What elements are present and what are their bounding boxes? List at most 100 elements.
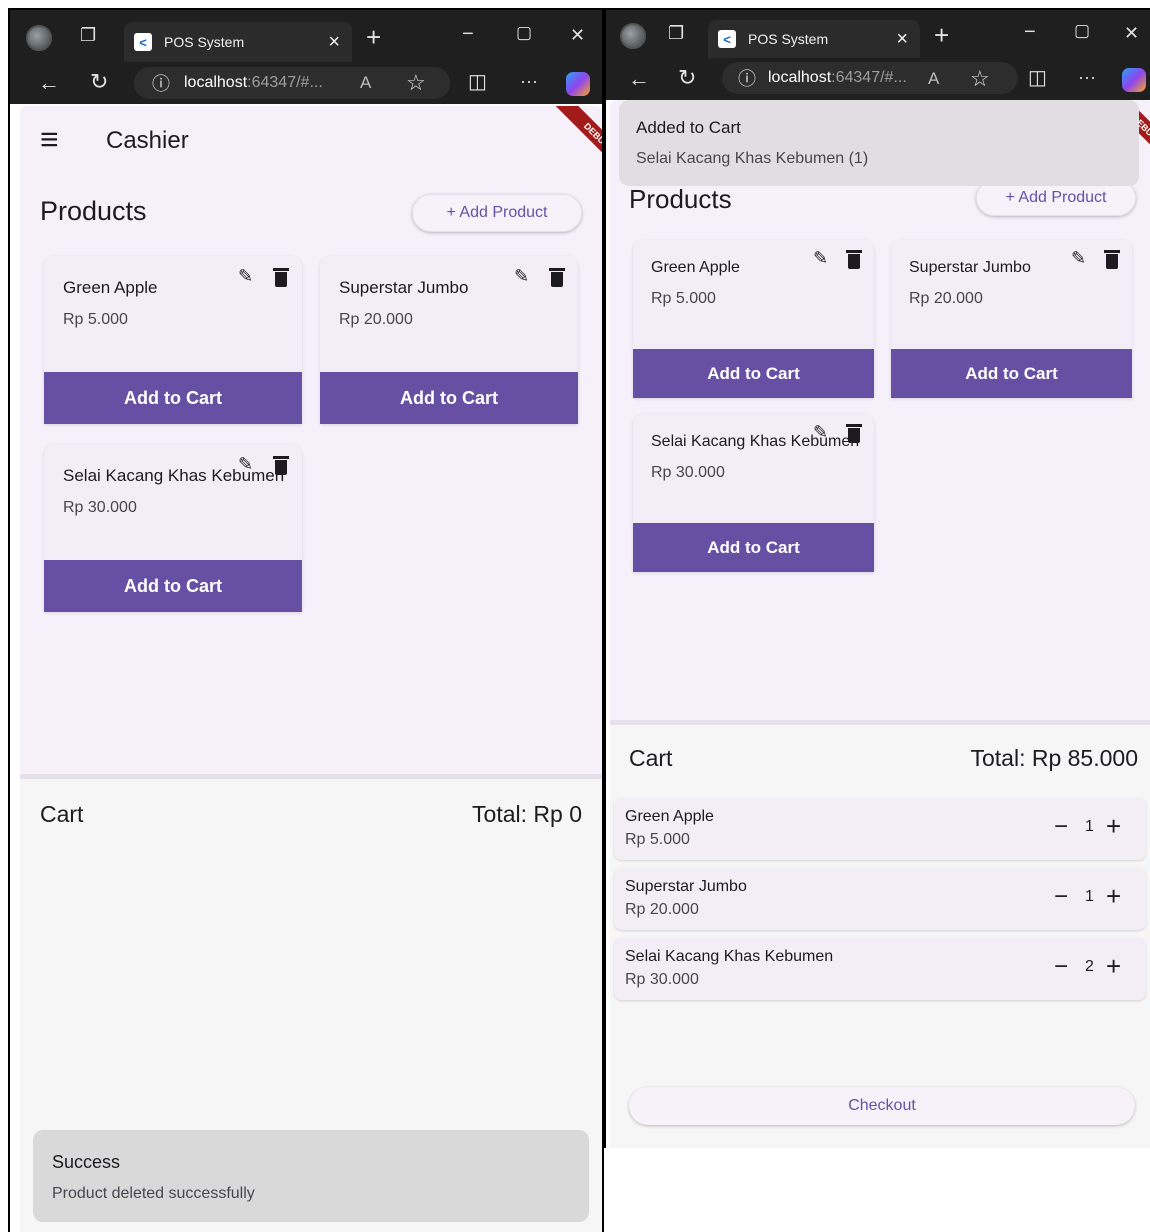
cart-total: Total: Rp 0 bbox=[472, 801, 582, 827]
more-options-icon[interactable]: ··· bbox=[1078, 68, 1096, 86]
more-options-icon[interactable]: ··· bbox=[520, 72, 538, 90]
checkout-button[interactable]: Checkout bbox=[629, 1087, 1135, 1125]
add-product-button[interactable]: + Add Product bbox=[412, 194, 582, 232]
product-card: Green Apple Rp 5.000 ✎ Add to Cart bbox=[44, 256, 302, 424]
decrease-quantity-button[interactable]: − bbox=[1054, 955, 1068, 979]
workspaces-icon[interactable]: ❐ bbox=[80, 26, 96, 44]
hamburger-menu-icon[interactable]: ≡ bbox=[40, 123, 59, 155]
flutter-favicon-icon: < bbox=[134, 33, 152, 51]
add-to-cart-button[interactable]: Add to Cart bbox=[891, 349, 1132, 398]
copilot-icon[interactable] bbox=[566, 72, 590, 96]
cart-item-name: Green Apple bbox=[625, 808, 714, 825]
url-host: localhost bbox=[184, 74, 248, 91]
delete-icon[interactable] bbox=[549, 268, 565, 287]
site-info-icon[interactable]: ⓘ bbox=[152, 70, 170, 96]
edit-icon[interactable]: ✎ bbox=[813, 422, 828, 443]
close-window-button[interactable]: ✕ bbox=[570, 26, 585, 44]
products-heading: Products bbox=[40, 196, 147, 226]
decrease-quantity-button[interactable]: − bbox=[1054, 885, 1068, 909]
cart-item-quantity: 2 bbox=[1085, 958, 1094, 975]
product-price: Rp 20.000 bbox=[909, 290, 983, 307]
snackbar-message: Product deleted successfully bbox=[52, 1185, 255, 1202]
increase-quantity-button[interactable]: + bbox=[1106, 953, 1121, 979]
reload-button[interactable]: ↻ bbox=[90, 71, 108, 93]
tab-title: POS System bbox=[748, 31, 829, 47]
increase-quantity-button[interactable]: + bbox=[1106, 883, 1121, 909]
edit-icon[interactable]: ✎ bbox=[813, 248, 828, 269]
cart-item: Green Apple Rp 5.000 − 1 + bbox=[614, 798, 1146, 860]
tab-close-icon[interactable]: × bbox=[328, 31, 340, 54]
add-to-cart-button[interactable]: Add to Cart bbox=[44, 560, 302, 612]
delete-icon[interactable] bbox=[273, 456, 289, 475]
edit-icon[interactable]: ✎ bbox=[238, 454, 253, 475]
new-tab-button[interactable]: + bbox=[366, 24, 381, 50]
flutter-favicon-icon: < bbox=[718, 30, 736, 48]
minimize-button[interactable]: − bbox=[462, 24, 474, 44]
product-price: Rp 30.000 bbox=[63, 499, 137, 516]
maximize-button[interactable]: ▢ bbox=[516, 24, 532, 41]
reload-button[interactable]: ↻ bbox=[678, 67, 696, 89]
read-aloud-icon[interactable]: A bbox=[360, 74, 371, 91]
new-tab-button[interactable]: + bbox=[934, 22, 949, 48]
snackbar-message: Selai Kacang Khas Kebumen (1) bbox=[636, 150, 869, 167]
split-screen-icon[interactable]: ◫ bbox=[468, 72, 487, 92]
browser-window-right: ❐ < POS System × + − ▢ ✕ ← ↻ ⓘ localhost… bbox=[604, 8, 1150, 1148]
cart-item-price: Rp 30.000 bbox=[625, 971, 699, 988]
decrease-quantity-button[interactable]: − bbox=[1054, 815, 1068, 839]
tab-pos-system[interactable]: < POS System × bbox=[124, 22, 352, 62]
flutter-app: DEBUG Products + Add Product Green Apple… bbox=[610, 100, 1150, 1148]
products-heading: Products bbox=[629, 184, 732, 214]
favorite-star-icon[interactable]: ☆ bbox=[970, 68, 990, 90]
product-price: Rp 5.000 bbox=[651, 290, 716, 307]
increase-quantity-button[interactable]: + bbox=[1106, 813, 1121, 839]
browser-window-left: ❐ < POS System × + − ▢ ✕ ← ↻ ⓘ localhost… bbox=[8, 8, 604, 1232]
product-card: Superstar Jumbo Rp 20.000 ✎ Add to Cart bbox=[320, 256, 578, 424]
favorite-star-icon[interactable]: ☆ bbox=[406, 72, 426, 94]
profile-avatar[interactable] bbox=[26, 25, 52, 51]
split-screen-icon[interactable]: ◫ bbox=[1028, 68, 1047, 88]
url-host: localhost bbox=[768, 69, 832, 86]
workspaces-icon[interactable]: ❐ bbox=[668, 24, 684, 42]
add-to-cart-button[interactable]: Add to Cart bbox=[633, 349, 874, 398]
tab-bar: ❐ < POS System × + − ▢ ✕ bbox=[606, 10, 1150, 58]
cart-panel: Cart Total: Rp 85.000 Green Apple Rp 5.0… bbox=[610, 725, 1150, 1148]
delete-icon[interactable] bbox=[846, 250, 862, 269]
cart-title: Cart bbox=[629, 745, 673, 771]
add-to-cart-button[interactable]: Add to Cart bbox=[320, 372, 578, 424]
product-card: Superstar Jumbo Rp 20.000 ✎ Add to Cart bbox=[891, 240, 1132, 398]
back-button[interactable]: ← bbox=[38, 72, 60, 94]
snackbar-title: Added to Cart bbox=[636, 118, 741, 137]
browser-chrome: ❐ < POS System × + − ▢ ✕ ← ↻ ⓘ localhost… bbox=[10, 10, 602, 104]
snackbar-added-to-cart: Added to Cart Selai Kacang Khas Kebumen … bbox=[619, 100, 1139, 186]
app-title: Cashier bbox=[106, 127, 189, 154]
delete-icon[interactable] bbox=[273, 268, 289, 287]
product-price: Rp 5.000 bbox=[63, 311, 128, 328]
maximize-button[interactable]: ▢ bbox=[1074, 22, 1090, 39]
delete-icon[interactable] bbox=[1104, 250, 1120, 269]
product-price: Rp 20.000 bbox=[339, 311, 413, 328]
site-info-icon[interactable]: ⓘ bbox=[738, 65, 756, 91]
profile-avatar[interactable] bbox=[620, 23, 646, 49]
add-to-cart-button[interactable]: Add to Cart bbox=[44, 372, 302, 424]
tab-title: POS System bbox=[164, 34, 245, 50]
close-window-button[interactable]: ✕ bbox=[1124, 24, 1139, 42]
read-aloud-icon[interactable]: A bbox=[928, 70, 939, 87]
url-path: :64347/#... bbox=[831, 69, 907, 86]
minimize-button[interactable]: − bbox=[1024, 22, 1036, 42]
add-to-cart-button[interactable]: Add to Cart bbox=[633, 523, 874, 572]
tab-pos-system[interactable]: < POS System × bbox=[708, 20, 920, 58]
back-button[interactable]: ← bbox=[628, 68, 650, 90]
edit-icon[interactable]: ✎ bbox=[1071, 248, 1086, 269]
snackbar-title: Success bbox=[52, 1152, 121, 1172]
edit-icon[interactable]: ✎ bbox=[238, 266, 253, 287]
tab-close-icon[interactable]: × bbox=[896, 28, 908, 51]
cart-title: Cart bbox=[40, 801, 84, 827]
debug-banner: DEBUG bbox=[552, 106, 602, 181]
address-bar[interactable]: ⓘ localhost :64347/#... bbox=[134, 67, 450, 99]
copilot-icon[interactable] bbox=[1122, 68, 1146, 92]
delete-icon[interactable] bbox=[846, 424, 862, 443]
product-card: Green Apple Rp 5.000 ✎ Add to Cart bbox=[633, 240, 874, 398]
browser-chrome: ❐ < POS System × + − ▢ ✕ ← ↻ ⓘ localhost… bbox=[606, 10, 1150, 100]
product-name: Superstar Jumbo bbox=[909, 259, 1031, 276]
edit-icon[interactable]: ✎ bbox=[514, 266, 529, 287]
